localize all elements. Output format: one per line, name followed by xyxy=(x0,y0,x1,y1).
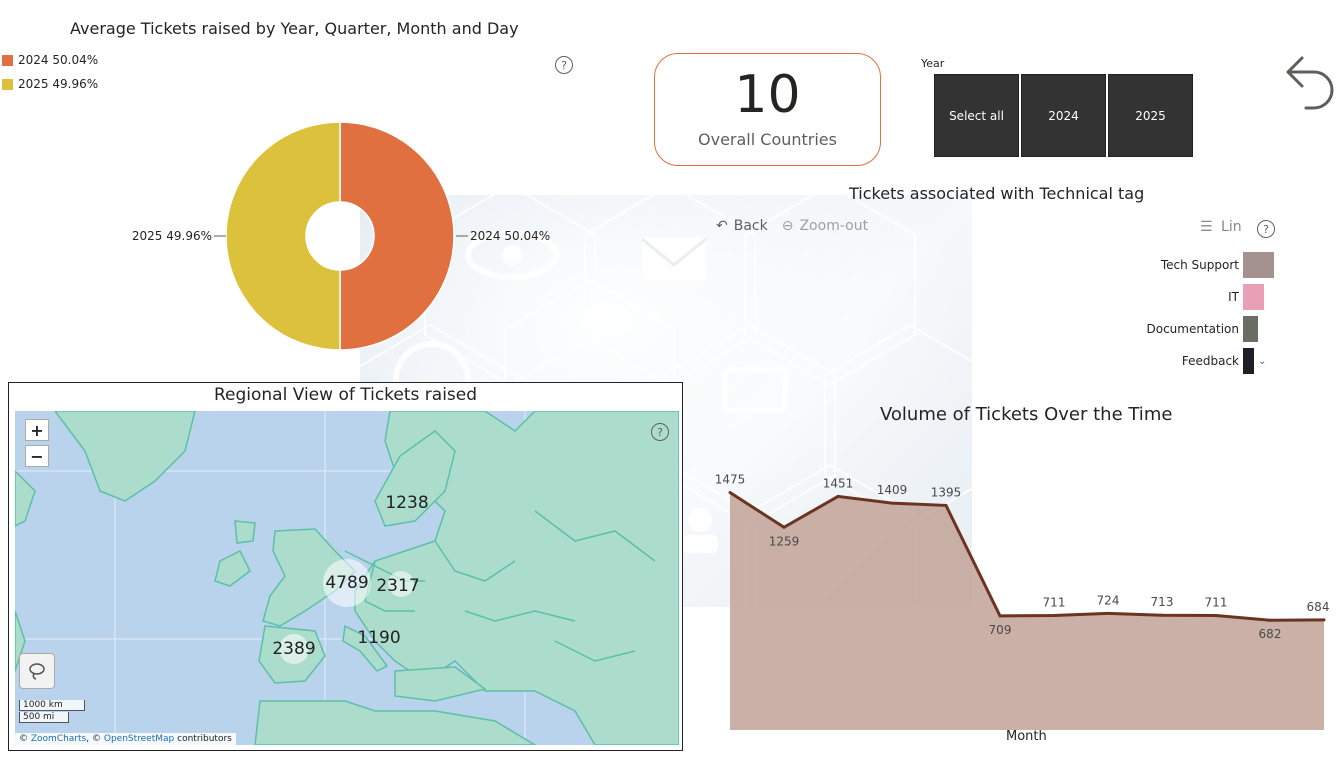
tag-bar xyxy=(1243,316,1258,342)
slice-label-2024: 2024 50.04% xyxy=(470,229,550,243)
data-label: 1259 xyxy=(769,534,800,548)
donut-help-icon[interactable]: ? xyxy=(555,56,573,74)
data-point[interactable] xyxy=(1214,614,1218,618)
data-label: 1395 xyxy=(931,485,962,499)
year-slicer: Select all 2024 2025 xyxy=(934,74,1193,157)
data-point[interactable] xyxy=(728,491,732,495)
tag-label: Tech Support xyxy=(1160,258,1239,272)
data-point[interactable] xyxy=(782,525,786,529)
map-scale-km: 1000 km xyxy=(19,700,85,711)
slicer-option-2024[interactable]: 2024 xyxy=(1021,74,1106,157)
lin-label: Lin xyxy=(1221,219,1242,235)
lin-toggle[interactable]: ☰ Lin xyxy=(1200,219,1242,235)
legend-item-2024[interactable]: 2024 50.04% xyxy=(2,48,98,72)
data-label: 1475 xyxy=(715,473,746,487)
donut-slice-2025[interactable] xyxy=(225,121,341,351)
attribution-separator: , © xyxy=(86,734,101,744)
map-canvas[interactable]: + − ? 1000 km 500 mi © ZoomCharts, © Ope… xyxy=(15,411,679,745)
area-chart-title: Volume of Tickets Over the Time xyxy=(880,404,1173,425)
tag-bar-row[interactable]: Feedback ⌄ xyxy=(1143,348,1266,374)
map-scale-mi: 500 mi xyxy=(19,712,69,723)
map-cluster-label[interactable]: 2389 xyxy=(272,639,315,659)
map-cluster-label[interactable]: 1238 xyxy=(385,493,428,513)
tags-help-icon[interactable]: ? xyxy=(1257,220,1275,238)
slicer-option-select-all[interactable]: Select all xyxy=(934,74,1019,157)
map-zoom-in-button[interactable]: + xyxy=(25,419,49,441)
chevron-down-icon[interactable]: ⌄ xyxy=(1258,356,1266,367)
lasso-icon xyxy=(29,663,45,680)
data-point[interactable] xyxy=(998,614,1002,618)
data-label: 711 xyxy=(1043,596,1066,610)
attribution-prefix: © xyxy=(19,734,28,744)
regional-map-visual: Regional View of Tickets raised + − ? 10… xyxy=(8,382,683,751)
tag-bar xyxy=(1243,284,1264,310)
data-label: 724 xyxy=(1097,593,1120,607)
tag-label: IT xyxy=(1228,290,1239,304)
area-fill xyxy=(730,492,1324,730)
year-slicer-title: Year xyxy=(921,57,945,70)
attribution-suffix: contributors xyxy=(177,734,232,744)
kpi-card-overall-countries: 10 Overall Countries xyxy=(654,53,881,166)
map-cluster-label[interactable]: 2317 xyxy=(376,576,419,596)
kpi-label: Overall Countries xyxy=(698,130,837,149)
openstreetmap-link[interactable]: OpenStreetMap xyxy=(104,734,174,744)
tag-label: Documentation xyxy=(1146,322,1239,336)
data-point[interactable] xyxy=(836,494,840,498)
zoomcharts-link[interactable]: ZoomCharts xyxy=(31,734,86,744)
data-label: 1409 xyxy=(877,483,908,497)
data-point[interactable] xyxy=(1106,611,1110,615)
data-label: 1451 xyxy=(823,476,854,490)
data-point[interactable] xyxy=(1052,614,1056,618)
area-chart: 1475 1259 1451 1409 1395 709 711 724 713 711 682 68… xyxy=(715,473,1330,730)
tag-bar xyxy=(1243,252,1274,278)
back-button[interactable]: Back xyxy=(734,218,768,234)
tags-toolbar: ↶ Back ⊖ Zoom-out xyxy=(716,218,868,234)
tag-bar-row[interactable]: Tech Support xyxy=(1143,252,1274,278)
slicer-option-2025[interactable]: 2025 xyxy=(1108,74,1193,157)
lasso-select-button[interactable] xyxy=(19,653,55,689)
legend-item-2025[interactable]: 2025 49.96% xyxy=(2,72,98,96)
zoom-out-button[interactable]: Zoom-out xyxy=(799,218,868,234)
donut-chart: 2024 50.04% 2025 49.96% xyxy=(132,121,550,351)
list-icon: ☰ xyxy=(1200,219,1213,235)
tag-label: Feedback xyxy=(1181,354,1239,368)
legend-swatch xyxy=(2,54,13,66)
map-attribution: © ZoomCharts, © OpenStreetMap contributo… xyxy=(15,733,236,745)
donut-slice-2024[interactable] xyxy=(339,121,455,351)
kpi-value: 10 xyxy=(734,65,801,125)
data-point[interactable] xyxy=(1322,618,1326,622)
slice-label-2025: 2025 49.96% xyxy=(132,229,212,243)
tags-chart-title: Tickets associated with Technical tag xyxy=(849,184,1145,203)
data-point[interactable] xyxy=(944,503,948,507)
data-label: 713 xyxy=(1151,595,1174,609)
back-arrow-icon[interactable] xyxy=(1284,52,1336,110)
legend-label: 2024 50.04% xyxy=(18,53,99,67)
tag-bar-row[interactable]: IT xyxy=(1143,284,1264,310)
map-title: Regional View of Tickets raised xyxy=(213,385,478,405)
donut-chart-title: Average Tickets raised by Year, Quarter,… xyxy=(70,19,519,38)
data-point[interactable] xyxy=(890,501,894,505)
back-icon[interactable]: ↶ xyxy=(716,218,728,234)
donut-legend: 2024 50.04% 2025 49.96% xyxy=(2,48,98,96)
legend-swatch xyxy=(2,78,13,90)
data-point[interactable] xyxy=(1268,618,1272,622)
map-zoom-out-button[interactable]: − xyxy=(25,445,49,467)
data-label: 684 xyxy=(1307,600,1330,614)
data-label: 682 xyxy=(1259,627,1282,641)
x-axis-label: Month xyxy=(1006,729,1047,744)
map-cluster-label[interactable]: 1190 xyxy=(357,628,400,648)
data-label: 711 xyxy=(1205,596,1228,610)
legend-label: 2025 49.96% xyxy=(18,77,99,91)
map-cluster-label[interactable]: 4789 xyxy=(325,573,368,593)
tag-bar-row[interactable]: Documentation xyxy=(1143,316,1258,342)
data-point[interactable] xyxy=(1160,613,1164,617)
map-help-icon[interactable]: ? xyxy=(651,423,669,441)
zoom-out-icon[interactable]: ⊖ xyxy=(782,218,794,234)
tag-bar xyxy=(1243,348,1254,374)
data-label: 709 xyxy=(989,623,1012,637)
